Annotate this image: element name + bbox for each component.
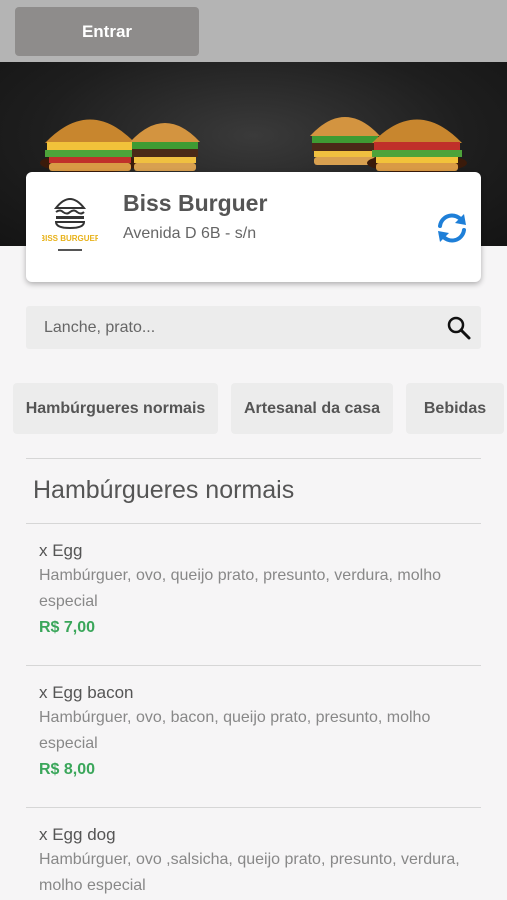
item-name: x Egg [39, 541, 83, 560]
item-price: R$ 8,00 [39, 761, 96, 778]
top-bar: Entrar [0, 0, 507, 62]
svg-text:BISS BURGUER: BISS BURGUER [42, 234, 98, 243]
item-name: x Egg bacon [39, 683, 134, 702]
store-logo: BISS BURGUER [39, 186, 101, 266]
search-icon[interactable] [446, 315, 472, 341]
item-description: Hambúrguer, ovo ,salsicha, queijo prato,… [39, 851, 460, 894]
divider [26, 807, 481, 808]
login-button[interactable]: Entrar [15, 7, 199, 56]
item-price: R$ 7,00 [39, 619, 96, 636]
section-title: Hambúrgueres normais [33, 476, 295, 504]
item-description: Hambúrguer, ovo, queijo prato, presunto,… [39, 567, 442, 610]
category-tab-bebidas[interactable]: Bebidas [406, 383, 504, 434]
search-input[interactable] [44, 306, 434, 349]
category-tab-hamburgueres-normais[interactable]: Hambúrgueres normais [13, 383, 218, 434]
divider [26, 523, 481, 524]
search-box [26, 306, 481, 349]
store-name: Biss Burguer [123, 190, 268, 216]
divider [26, 458, 481, 459]
item-name: x Egg dog [39, 825, 116, 844]
divider [26, 665, 481, 666]
category-tab-artesanal-da-casa[interactable]: Artesanal da casa [231, 383, 393, 434]
store-card: BISS BURGUER Biss Burguer Avenida D 6B -… [26, 172, 481, 282]
refresh-icon[interactable] [434, 210, 470, 246]
store-address: Avenida D 6B - s/n [123, 225, 257, 242]
item-description: Hambúrguer, ovo, bacon, queijo prato, pr… [39, 709, 431, 752]
